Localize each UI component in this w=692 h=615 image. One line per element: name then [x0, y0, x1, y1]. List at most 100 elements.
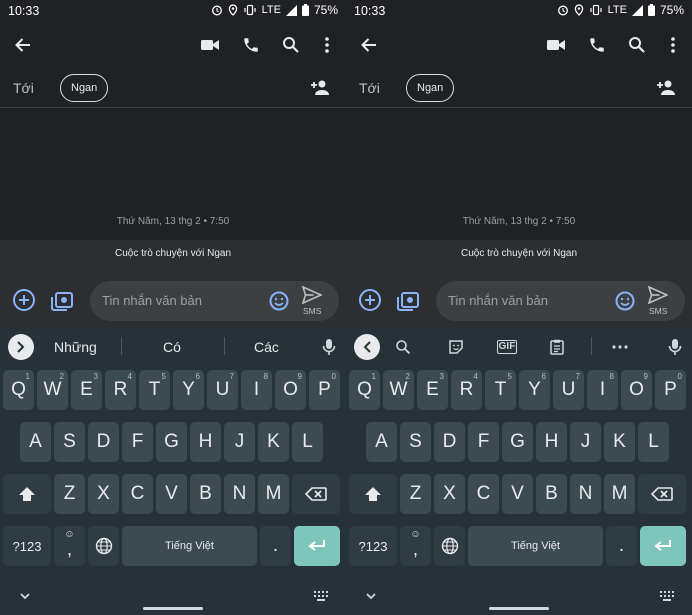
key-r[interactable]: R4	[451, 370, 482, 410]
emoji-comma-key[interactable]: ☺ ,	[400, 526, 431, 566]
period-key[interactable]: .	[606, 526, 637, 566]
key-p[interactable]: P0	[309, 370, 340, 410]
microphone-icon[interactable]	[320, 338, 338, 356]
key-q[interactable]: Q1	[349, 370, 380, 410]
chevron-down-icon[interactable]	[364, 589, 378, 603]
key-z[interactable]: Z	[400, 474, 431, 514]
key-s[interactable]: S	[400, 422, 431, 462]
search-icon[interactable]	[394, 338, 412, 356]
key-y[interactable]: Y6	[173, 370, 204, 410]
key-n[interactable]: N	[224, 474, 255, 514]
key-n[interactable]: N	[570, 474, 601, 514]
enter-key[interactable]	[640, 526, 686, 566]
chevron-down-icon[interactable]	[18, 589, 32, 603]
message-input[interactable]: Tin nhắn văn bản SMS	[436, 281, 685, 321]
key-z[interactable]: Z	[54, 474, 85, 514]
expand-toolbar-button[interactable]	[8, 334, 34, 360]
clipboard-icon[interactable]	[548, 338, 566, 356]
search-icon[interactable]	[278, 32, 304, 58]
key-d[interactable]: D	[88, 422, 119, 462]
key-p[interactable]: P0	[655, 370, 686, 410]
key-u[interactable]: U7	[553, 370, 584, 410]
more-options-icon[interactable]	[314, 32, 340, 58]
key-r[interactable]: R4	[105, 370, 136, 410]
phone-call-icon[interactable]	[584, 32, 610, 58]
key-q[interactable]: Q1	[3, 370, 34, 410]
language-key[interactable]	[88, 526, 119, 566]
key-t[interactable]: T5	[139, 370, 170, 410]
gallery-icon[interactable]	[396, 288, 420, 312]
key-f[interactable]: F	[122, 422, 153, 462]
period-key[interactable]: .	[260, 526, 291, 566]
home-gesture-pill[interactable]	[489, 607, 549, 610]
key-c[interactable]: C	[468, 474, 499, 514]
suggestion-word-3[interactable]: Các	[254, 339, 279, 355]
key-x[interactable]: X	[434, 474, 465, 514]
video-call-icon[interactable]	[543, 32, 569, 58]
key-g[interactable]: G	[502, 422, 533, 462]
add-person-icon[interactable]	[309, 76, 333, 100]
key-k[interactable]: K	[604, 422, 635, 462]
key-g[interactable]: G	[156, 422, 187, 462]
key-i[interactable]: I8	[241, 370, 272, 410]
key-s[interactable]: S	[54, 422, 85, 462]
suggestion-word-1[interactable]: Những	[54, 339, 97, 355]
back-arrow-icon[interactable]	[10, 32, 36, 58]
recipient-chip[interactable]: Ngan	[406, 74, 455, 102]
gif-icon[interactable]: GIF	[496, 338, 518, 356]
suggestion-word-2[interactable]: Có	[163, 339, 181, 355]
key-b[interactable]: B	[536, 474, 567, 514]
enter-key[interactable]	[294, 526, 340, 566]
key-a[interactable]: A	[20, 422, 51, 462]
symbols-key[interactable]: ?123	[3, 526, 51, 566]
space-key[interactable]: Tiếng Việt	[468, 526, 603, 566]
key-c[interactable]: C	[122, 474, 153, 514]
search-icon[interactable]	[624, 32, 650, 58]
more-options-icon[interactable]	[611, 338, 629, 356]
key-x[interactable]: X	[88, 474, 119, 514]
home-gesture-pill[interactable]	[143, 607, 203, 610]
key-m[interactable]: M	[604, 474, 635, 514]
key-j[interactable]: J	[570, 422, 601, 462]
key-v[interactable]: V	[156, 474, 187, 514]
key-o[interactable]: O9	[621, 370, 652, 410]
back-arrow-icon[interactable]	[356, 32, 382, 58]
key-h[interactable]: H	[190, 422, 221, 462]
key-v[interactable]: V	[502, 474, 533, 514]
key-j[interactable]: J	[224, 422, 255, 462]
keyboard-switch-icon[interactable]	[660, 590, 674, 602]
microphone-icon[interactable]	[666, 338, 684, 356]
phone-call-icon[interactable]	[238, 32, 264, 58]
key-l[interactable]: L	[638, 422, 669, 462]
shift-key[interactable]	[3, 474, 51, 514]
key-i[interactable]: I8	[587, 370, 618, 410]
message-input[interactable]: Tin nhắn văn bản SMS	[90, 281, 339, 321]
key-m[interactable]: M	[258, 474, 289, 514]
gallery-icon[interactable]	[50, 288, 74, 312]
video-call-icon[interactable]	[197, 32, 223, 58]
backspace-key[interactable]	[292, 474, 340, 514]
key-d[interactable]: D	[434, 422, 465, 462]
key-b[interactable]: B	[190, 474, 221, 514]
key-u[interactable]: U7	[207, 370, 238, 410]
recipient-chip[interactable]: Ngan	[60, 74, 109, 102]
key-e[interactable]: E3	[417, 370, 448, 410]
collapse-toolbar-button[interactable]	[354, 334, 380, 360]
emoji-icon[interactable]	[614, 290, 636, 312]
keyboard-switch-icon[interactable]	[314, 590, 328, 602]
add-attachment-icon[interactable]	[358, 288, 382, 312]
key-h[interactable]: H	[536, 422, 567, 462]
emoji-icon[interactable]	[268, 290, 290, 312]
add-attachment-icon[interactable]	[12, 288, 36, 312]
key-o[interactable]: O9	[275, 370, 306, 410]
key-a[interactable]: A	[366, 422, 397, 462]
key-f[interactable]: F	[468, 422, 499, 462]
emoji-comma-key[interactable]: ☺ ,	[54, 526, 85, 566]
key-w[interactable]: W2	[37, 370, 68, 410]
key-y[interactable]: Y6	[519, 370, 550, 410]
key-e[interactable]: E3	[71, 370, 102, 410]
shift-key[interactable]	[349, 474, 397, 514]
add-person-icon[interactable]	[655, 76, 679, 100]
space-key[interactable]: Tiếng Việt	[122, 526, 257, 566]
key-l[interactable]: L	[292, 422, 323, 462]
